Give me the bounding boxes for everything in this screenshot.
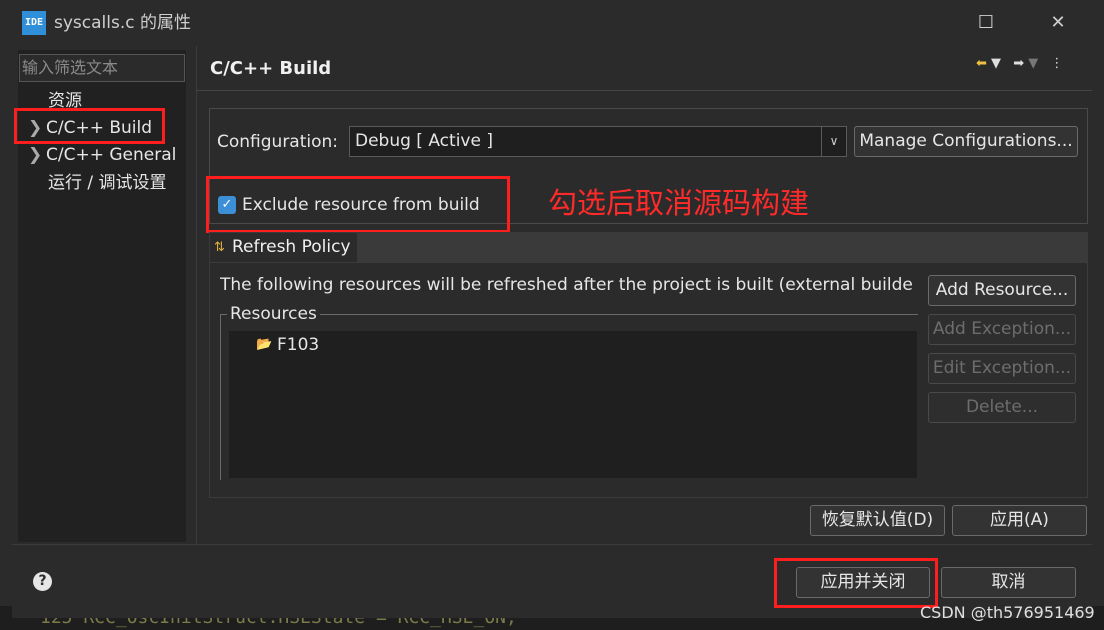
watermark: CSDN @th576951469	[920, 603, 1095, 622]
configuration-label: Configuration:	[217, 132, 339, 152]
resources-list[interactable]	[229, 331, 917, 478]
help-icon[interactable]: ?	[33, 572, 52, 591]
list-item[interactable]: F103	[277, 333, 319, 357]
restore-defaults-button[interactable]: 恢复默认值(D)	[810, 505, 945, 536]
forward-arrow-icon[interactable]: ➡	[1013, 56, 1024, 71]
ide-logo-icon: IDE	[22, 11, 46, 35]
folder-open-icon: 📂	[256, 337, 273, 352]
tree-item-run-debug[interactable]: 运行 / 调试设置	[48, 170, 167, 196]
dialog-title: syscalls.c 的属性	[54, 13, 191, 33]
chevron-right-icon[interactable]: ❯	[28, 142, 46, 168]
close-button[interactable]: ✕	[1038, 8, 1078, 38]
tree-item-cpp-general[interactable]: ❯ C/C++ General	[28, 142, 176, 168]
tree-item-label: 运行 / 调试设置	[48, 173, 167, 193]
back-arrow-icon[interactable]: ⬅	[976, 56, 987, 71]
delete-button[interactable]: Delete...	[928, 392, 1076, 423]
cancel-button[interactable]: 取消	[941, 567, 1076, 598]
more-menu-icon[interactable]: ⋮	[1050, 56, 1063, 71]
add-exception-button[interactable]: Add Exception...	[928, 314, 1076, 345]
annotation-text: 勾选后取消源码构建	[548, 186, 810, 220]
page-toolbar: ⬅ ▼ ➡ ▼ ⋮	[976, 56, 1063, 76]
edit-exception-button[interactable]: Edit Exception...	[928, 353, 1076, 384]
add-resource-button[interactable]: Add Resource...	[928, 275, 1076, 306]
resources-legend: Resources	[227, 302, 320, 326]
highlight-box-exclude	[206, 176, 510, 233]
apply-button[interactable]: 应用(A)	[952, 505, 1087, 536]
chevron-down-icon[interactable]: ∨	[821, 127, 846, 156]
manage-configurations-button[interactable]: Manage Configurations...	[854, 126, 1078, 157]
dropdown-icon[interactable]: ▼	[991, 56, 1001, 71]
maximize-button[interactable]: ☐	[966, 8, 1006, 38]
tree-item-label: C/C++ General	[46, 145, 177, 165]
page-title: C/C++ Build	[210, 58, 332, 79]
highlight-box-apply-close	[774, 558, 938, 608]
refresh-description: The following resources will be refreshe…	[220, 275, 913, 295]
tab-refresh-policy[interactable]: Refresh Policy	[210, 233, 357, 263]
dropdown-icon[interactable]: ▼	[1028, 56, 1038, 71]
header-divider	[196, 90, 1092, 91]
filter-input[interactable]: 输入筛选文本	[19, 54, 185, 82]
refresh-icon: ⇅	[214, 240, 225, 255]
highlight-box-cpp-build	[14, 108, 165, 144]
configuration-select[interactable]: Debug [ Active ]	[349, 126, 847, 157]
